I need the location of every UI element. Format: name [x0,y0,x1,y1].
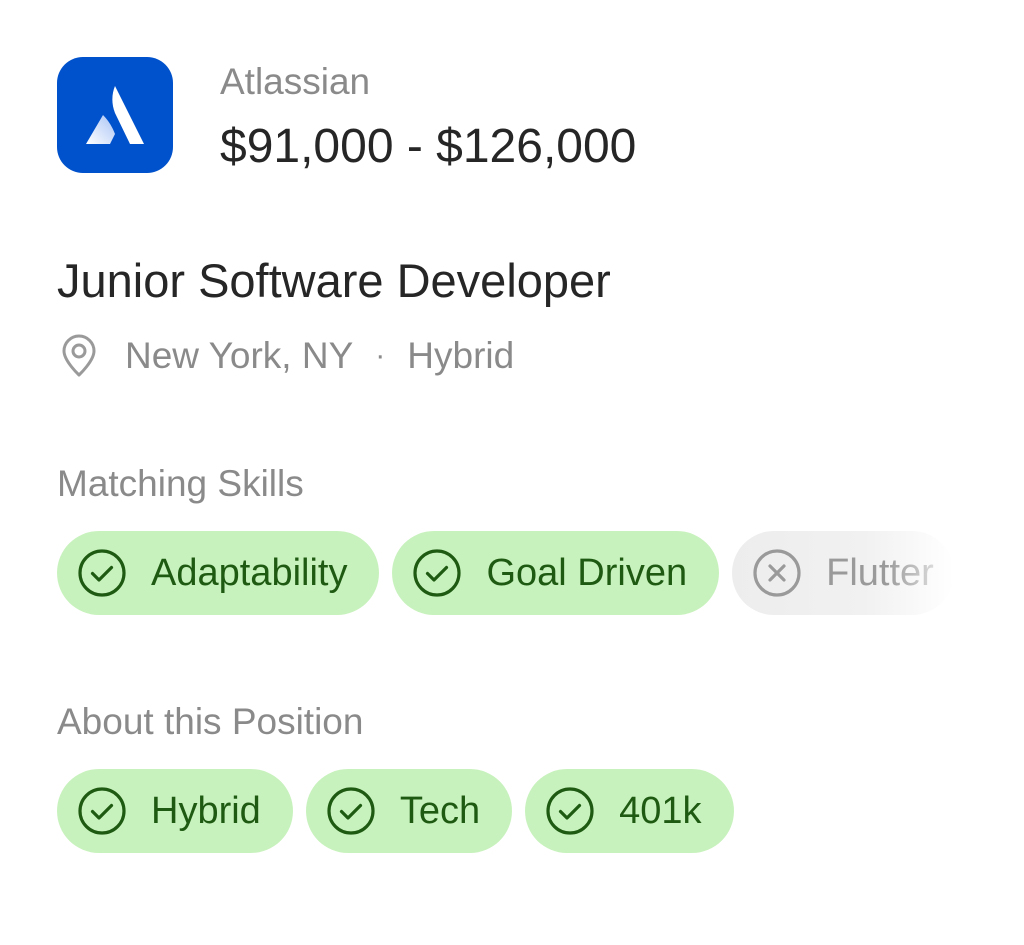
perk-chip-hybrid[interactable]: Hybrid [57,769,293,853]
matching-skills-heading: Matching Skills [57,463,304,504]
location-pin-icon [57,330,101,382]
perk-chip-401k[interactable]: 401k [525,769,734,853]
check-circle-icon [545,786,595,836]
check-circle-icon [77,786,127,836]
skill-chip-label: Goal Driven [486,551,688,594]
skill-chip-label: Flutter [826,551,934,594]
skill-chip-flutter[interactable]: Flutter [732,531,954,615]
about-position-heading: About this Position [57,701,364,742]
job-title: Junior Software Developer [57,254,611,307]
skill-chip-goal-driven[interactable]: Goal Driven [392,531,720,615]
about-position-list: Hybrid Tech 401k [57,769,734,853]
company-logo [57,57,173,173]
location-row: New York, NY · Hybrid [57,330,514,382]
x-circle-icon [752,548,802,598]
company-name: Atlassian [220,61,371,102]
perk-chip-label: 401k [619,789,702,832]
check-circle-icon [326,786,376,836]
matching-skills-list: Adaptability Goal Driven Flutter [57,531,954,615]
check-circle-icon [412,548,462,598]
job-card[interactable]: Atlassian $91,000 - $126,000 Junior Soft… [0,0,1024,945]
check-circle-icon [77,548,127,598]
location-text: New York, NY [125,335,354,376]
atlassian-logo-icon [86,86,144,144]
perk-chip-label: Hybrid [151,789,261,832]
perk-chip-label: Tech [399,789,481,832]
work-mode-text: Hybrid [407,335,515,376]
skill-chip-label: Adaptability [151,551,348,594]
salary-range: $91,000 - $126,000 [220,120,637,173]
skill-chip-adaptability[interactable]: Adaptability [57,531,380,615]
location-separator: · [375,339,386,372]
perk-chip-tech[interactable]: Tech [305,769,513,853]
